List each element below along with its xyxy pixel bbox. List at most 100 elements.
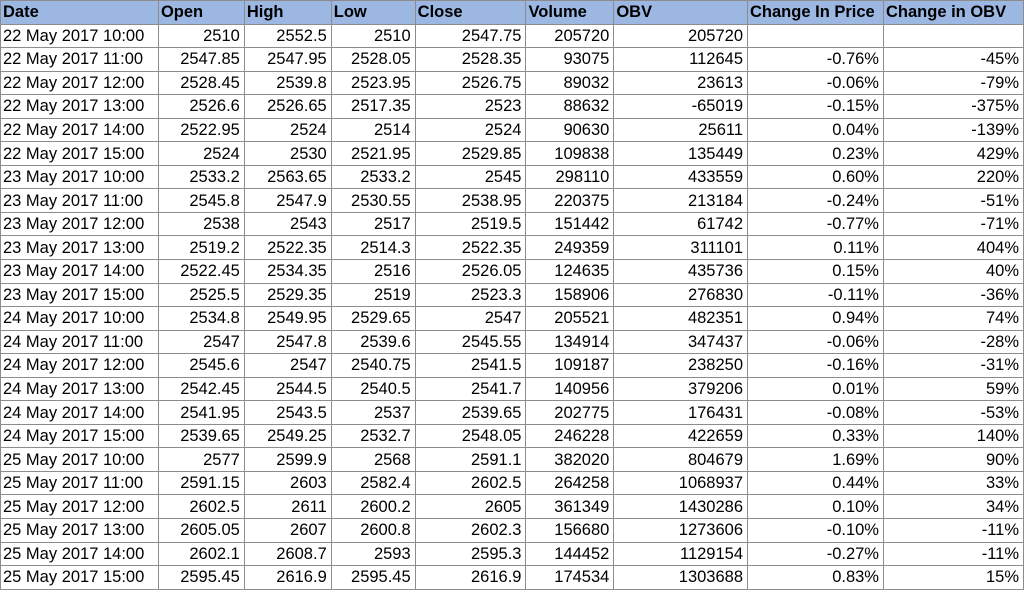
cell-obv[interactable]: 61742 [613,211,749,237]
cell-obv[interactable]: 1129154 [613,541,749,567]
cell-volume[interactable]: 140956 [525,376,615,402]
cell-change-in-obv[interactable]: 15% [882,565,1024,590]
cell-high[interactable]: 2539.8 [243,70,332,96]
cell-volume[interactable]: 109838 [525,141,615,166]
cell-low[interactable]: 2533.2 [330,164,416,190]
cell-high[interactable]: 2616.9 [243,565,332,590]
cell-date[interactable]: 22 May 2017 12:00 [0,70,159,96]
cell-change-in-obv[interactable]: 90% [882,447,1024,472]
cell-change-in-price[interactable]: -0.08% [747,400,884,425]
header-close[interactable]: Close [414,0,527,25]
cell-low[interactable]: 2568 [330,447,416,472]
cell-close[interactable]: 2526.05 [414,259,527,284]
cell-change-in-obv[interactable]: 33% [882,470,1024,496]
cell-open[interactable]: 2522.95 [157,117,245,143]
cell-obv[interactable]: 1430286 [613,494,749,520]
cell-obv[interactable]: 804679 [613,447,749,472]
cell-change-in-price[interactable]: -0.15% [747,94,884,119]
cell-low[interactable]: 2540.5 [330,376,416,402]
header-obv[interactable]: OBV [613,0,749,25]
cell-change-in-price[interactable]: -0.06% [747,329,884,355]
cell-close[interactable]: 2602.5 [414,470,527,496]
cell-open[interactable]: 2522.45 [157,259,245,284]
cell-open[interactable]: 2547.85 [157,47,245,72]
cell-date[interactable]: 22 May 2017 10:00 [0,23,159,49]
cell-high[interactable]: 2534.35 [243,259,332,284]
cell-high[interactable]: 2544.5 [243,376,332,402]
cell-date[interactable]: 24 May 2017 12:00 [0,353,159,378]
cell-close[interactable]: 2539.65 [414,400,527,425]
cell-change-in-price[interactable]: -0.06% [747,70,884,96]
header-change-in-price[interactable]: Change In Price [747,0,884,25]
cell-change-in-obv[interactable]: -28% [882,329,1024,355]
cell-high[interactable]: 2563.65 [243,164,332,190]
cell-close[interactable]: 2526.75 [414,70,527,96]
cell-obv[interactable]: 276830 [613,282,749,308]
cell-volume[interactable]: 156680 [525,518,615,543]
cell-open[interactable]: 2534.8 [157,306,245,331]
cell-low[interactable]: 2519 [330,282,416,308]
cell-high[interactable]: 2524 [243,117,332,143]
cell-date[interactable]: 25 May 2017 15:00 [0,565,159,590]
cell-open[interactable]: 2528.45 [157,70,245,96]
cell-high[interactable]: 2530 [243,141,332,166]
cell-date[interactable]: 23 May 2017 13:00 [0,235,159,261]
cell-change-in-price[interactable]: 1.69% [747,447,884,472]
cell-close[interactable]: 2595.3 [414,541,527,567]
cell-obv[interactable]: 238250 [613,353,749,378]
cell-low[interactable]: 2528.05 [330,47,416,72]
cell-high[interactable]: 2549.95 [243,306,332,331]
cell-change-in-price[interactable]: 0.44% [747,470,884,496]
cell-high[interactable]: 2547.9 [243,188,332,213]
cell-change-in-obv[interactable]: 40% [882,259,1024,284]
cell-low[interactable]: 2537 [330,400,416,425]
cell-change-in-obv[interactable]: -375% [882,94,1024,119]
cell-high[interactable]: 2526.65 [243,94,332,119]
cell-close[interactable]: 2541.5 [414,353,527,378]
cell-low[interactable]: 2517 [330,211,416,237]
cell-change-in-price[interactable]: -0.76% [747,47,884,72]
cell-change-in-obv[interactable]: -51% [882,188,1024,213]
cell-high[interactable]: 2522.35 [243,235,332,261]
cell-date[interactable]: 22 May 2017 13:00 [0,94,159,119]
cell-date[interactable]: 25 May 2017 11:00 [0,470,159,496]
cell-close[interactable]: 2605 [414,494,527,520]
cell-date[interactable]: 24 May 2017 13:00 [0,376,159,402]
cell-low[interactable]: 2540.75 [330,353,416,378]
cell-obv[interactable]: 205720 [613,23,749,49]
header-high[interactable]: High [243,0,332,25]
cell-open[interactable]: 2545.6 [157,353,245,378]
cell-open[interactable]: 2577 [157,447,245,472]
cell-obv[interactable]: 435736 [613,259,749,284]
header-low[interactable]: Low [330,0,416,25]
cell-date[interactable]: 24 May 2017 10:00 [0,306,159,331]
cell-date[interactable]: 23 May 2017 15:00 [0,282,159,308]
cell-high[interactable]: 2549.25 [243,423,332,449]
cell-open[interactable]: 2602.5 [157,494,245,520]
cell-date[interactable]: 23 May 2017 11:00 [0,188,159,213]
cell-open[interactable]: 2547 [157,329,245,355]
cell-high[interactable]: 2552.5 [243,23,332,49]
cell-obv[interactable]: 25611 [613,117,749,143]
cell-volume[interactable]: 202775 [525,400,615,425]
cell-low[interactable]: 2539.6 [330,329,416,355]
cell-low[interactable]: 2516 [330,259,416,284]
cell-obv[interactable]: 433559 [613,164,749,190]
cell-volume[interactable]: 174534 [525,565,615,590]
cell-close[interactable]: 2519.5 [414,211,527,237]
cell-obv[interactable]: 1273606 [613,518,749,543]
cell-change-in-price[interactable]: -0.11% [747,282,884,308]
cell-close[interactable]: 2523 [414,94,527,119]
cell-volume[interactable]: 382020 [525,447,615,472]
cell-change-in-obv[interactable]: -31% [882,353,1024,378]
cell-change-in-price[interactable]: 0.10% [747,494,884,520]
cell-high[interactable]: 2547.95 [243,47,332,72]
cell-volume[interactable]: 220375 [525,188,615,213]
cell-change-in-obv[interactable]: 220% [882,164,1024,190]
cell-change-in-obv[interactable]: 140% [882,423,1024,449]
cell-change-in-obv[interactable]: 34% [882,494,1024,520]
cell-change-in-obv[interactable]: -139% [882,117,1024,143]
cell-change-in-price[interactable]: 0.11% [747,235,884,261]
cell-change-in-price[interactable]: -0.27% [747,541,884,567]
cell-low[interactable]: 2600.8 [330,518,416,543]
